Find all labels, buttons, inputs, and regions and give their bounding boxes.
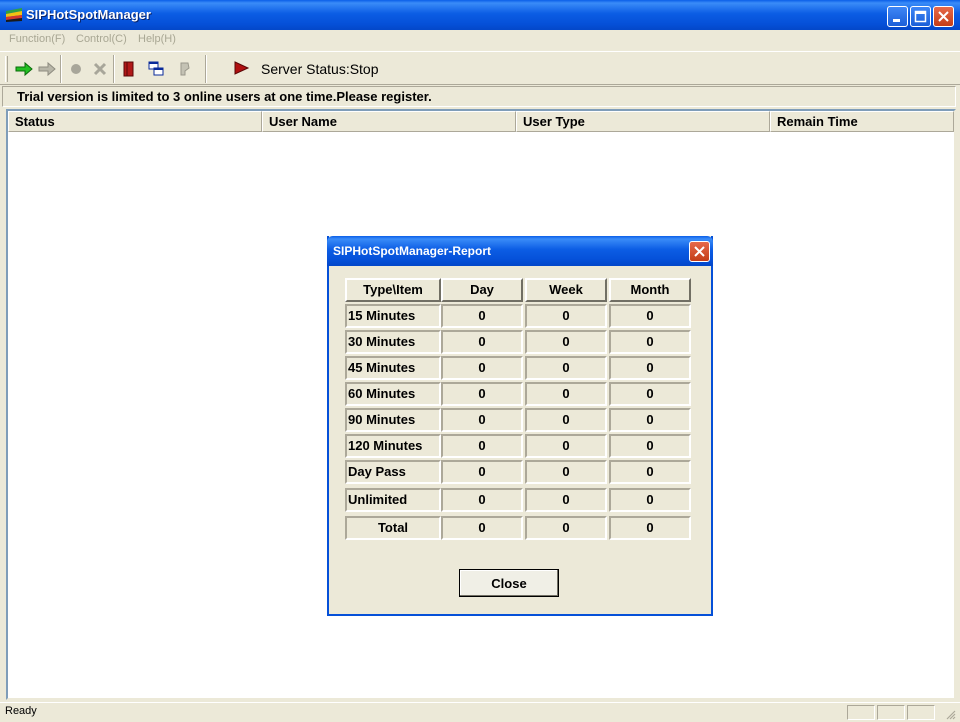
column-header-user-name[interactable]: User Name [262,111,516,132]
report-header-cell: Month [609,278,691,302]
report-value-cell: 0 [525,330,607,354]
menu-bar: Function(F) Control(C) Help(H) [0,30,960,50]
menu-control[interactable]: Control(C) [76,33,127,45]
report-dialog-title-bar[interactable]: SIPHotSpotManager-Report [327,236,713,266]
close-icon [938,11,949,22]
menu-function[interactable]: Function(F) [9,33,65,45]
play-button[interactable] [231,59,251,79]
report-value-cell: 0 [525,516,607,540]
server-status-label: Server Status:Stop [261,61,379,77]
column-header-remain-time[interactable]: Remain Time [770,111,954,132]
report-value-cell: 0 [525,488,607,512]
report-value-cell: 0 [525,434,607,458]
menu-help[interactable]: Help(H) [138,33,176,45]
maximize-button[interactable] [910,6,931,27]
gray-help-icon [180,62,190,76]
delete-button[interactable] [90,59,110,79]
status-panel [907,705,935,720]
report-value-cell: 0 [609,434,691,458]
report-row-label: Day Pass [345,460,441,484]
status-panel [877,705,905,720]
toolbar-separator [205,55,207,83]
app-logo-icon [6,8,22,22]
resize-grip-icon[interactable] [944,708,956,720]
window-title: SIPHotSpotManager [26,7,151,22]
report-header-cell: Type\Item [345,278,441,302]
help-button[interactable] [175,59,195,79]
report-value-cell: 0 [441,356,523,380]
report-row-label: 45 Minutes [345,356,441,380]
report-value-cell: 0 [609,488,691,512]
report-value-cell: 0 [441,460,523,484]
report-value-cell: 0 [441,434,523,458]
report-value-cell: 0 [525,304,607,328]
report-row-label: 30 Minutes [345,330,441,354]
maximize-icon [914,10,927,23]
report-row-label: 60 Minutes [345,382,441,406]
toolbar-separator [60,55,62,83]
minimize-icon [893,19,900,22]
report-value-cell: 0 [441,304,523,328]
gray-circle-icon [71,64,81,74]
column-header-user-type[interactable]: User Type [516,111,770,132]
report-value-cell: 0 [609,330,691,354]
forward-button[interactable] [37,59,57,79]
report-row-label: 15 Minutes [345,304,441,328]
start-server-button[interactable] [14,59,34,79]
report-dialog-close-button[interactable] [689,241,710,262]
report-header-cell: Day [441,278,523,302]
status-text: Ready [5,705,37,717]
report-button[interactable] [146,59,166,79]
status-bar: Ready [0,702,960,722]
title-bar[interactable]: SIPHotSpotManager [0,0,960,30]
report-value-cell: 0 [609,304,691,328]
gray-arrow-right-icon [38,61,56,77]
report-value-cell: 0 [441,488,523,512]
close-button[interactable]: Close [459,569,559,597]
column-header-status[interactable]: Status [8,111,262,132]
report-value-cell: 0 [609,382,691,406]
status-panel [847,705,875,720]
trial-notice-bar: Trial version is limited to 3 online use… [2,86,956,107]
report-value-cell: 0 [525,382,607,406]
toolbar-separator [113,55,115,83]
report-value-cell: 0 [609,460,691,484]
trial-notice-text: Trial version is limited to 3 online use… [17,89,432,104]
report-header-cell: Week [525,278,607,302]
report-dialog-title: SIPHotSpotManager-Report [333,244,492,258]
close-window-button[interactable] [933,6,954,27]
report-value-cell: 0 [525,460,607,484]
green-arrow-right-icon [15,61,33,77]
report-value-cell: 0 [609,516,691,540]
toolbar: Server Status:Stop [0,51,960,85]
book-button[interactable] [119,59,139,79]
report-value-cell: 0 [609,356,691,380]
report-value-cell: 0 [441,516,523,540]
red-play-icon [234,61,250,75]
report-value-cell: 0 [609,408,691,432]
gray-x-icon [93,62,107,76]
minimize-button[interactable] [887,6,908,27]
windows-cascade-icon [148,61,164,76]
report-value-cell: 0 [525,408,607,432]
list-header: Status User Name User Type Remain Time [8,111,954,132]
report-dialog: SIPHotSpotManager-Report Type\Item Day Wee… [327,236,713,616]
report-row-label: 120 Minutes [345,434,441,458]
close-icon [694,246,705,257]
red-book-icon [123,61,134,77]
report-row-label: 90 Minutes [345,408,441,432]
report-value-cell: 0 [525,356,607,380]
toolbar-grip[interactable] [5,56,8,82]
stop-server-button[interactable] [66,59,86,79]
report-row-label: Unlimited [345,488,441,512]
report-value-cell: 0 [441,330,523,354]
report-row-label: Total [345,516,441,540]
report-value-cell: 0 [441,408,523,432]
report-value-cell: 0 [441,382,523,406]
